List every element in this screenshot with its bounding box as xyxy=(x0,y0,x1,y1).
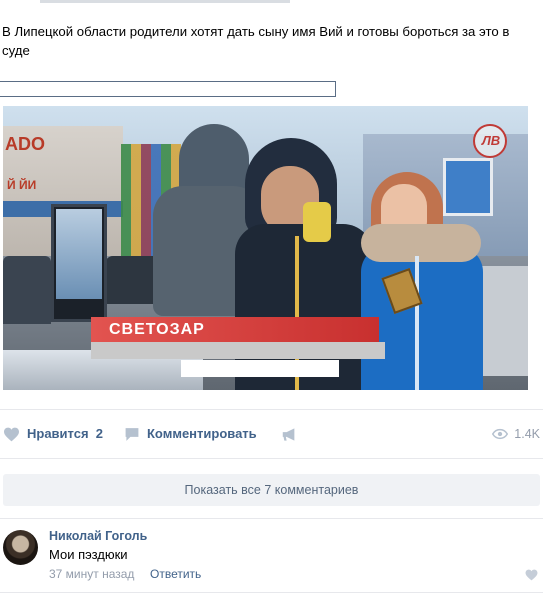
cropped-header xyxy=(0,0,543,6)
comment-icon xyxy=(125,427,139,441)
tv-caption-text: СВЕТОЗАР xyxy=(109,321,205,338)
comment-button[interactable]: Комментировать xyxy=(124,424,257,444)
comment-time[interactable]: 37 минут назад xyxy=(49,567,134,581)
photo-man-hood-lining xyxy=(303,202,331,242)
redacted-caption-box xyxy=(181,360,339,377)
like-button[interactable]: Нравится 2 xyxy=(3,424,103,444)
comment-text: Мои пэздюки xyxy=(49,547,128,562)
views-counter: 1.4K xyxy=(492,424,540,444)
post-photo[interactable]: ADO Й ЙИ ЛВ СВЕТОЗАР xyxy=(3,106,528,390)
tv-caption-subbar xyxy=(91,342,385,359)
views-count: 1.4K xyxy=(514,427,540,441)
comment-like-icon[interactable] xyxy=(525,569,538,581)
cropped-header-bar xyxy=(40,0,290,3)
avatar[interactable] xyxy=(3,530,38,565)
share-button[interactable] xyxy=(282,424,306,444)
heart-icon xyxy=(4,427,19,441)
divider xyxy=(0,518,543,519)
mall-sign-left: ADO xyxy=(5,134,45,154)
reply-button[interactable]: Ответить xyxy=(150,567,201,581)
divider xyxy=(0,592,543,593)
photo-woman-stripe xyxy=(415,256,419,390)
photo-mall-right-sign xyxy=(443,158,493,216)
photo-billboard-poster xyxy=(56,209,102,299)
post-text: В Липецкой области родители хотят дать с… xyxy=(2,24,510,58)
divider xyxy=(0,458,543,459)
photo-woman xyxy=(361,246,483,390)
comment-author[interactable]: Николай Гоголь xyxy=(49,529,147,543)
like-count: 2 xyxy=(95,426,104,441)
channel-logo-text: ЛВ xyxy=(481,133,501,148)
like-label: Нравится xyxy=(27,426,89,441)
post-actions: Нравится 2 Комментировать 1.4K xyxy=(0,424,543,444)
photo-car-left xyxy=(3,256,51,324)
megaphone-icon xyxy=(282,427,295,441)
eye-icon xyxy=(492,428,509,440)
show-all-comments-button[interactable]: Показать все 7 комментариев xyxy=(3,474,540,506)
photo-woman-fur xyxy=(361,224,481,262)
divider xyxy=(0,409,543,410)
comment-label: Комментировать xyxy=(147,426,257,441)
comment-item: Николай Гоголь Мои пэздюки 37 минут наза… xyxy=(0,520,543,588)
mall-sign-left-2: Й ЙИ xyxy=(7,178,37,192)
redacted-text-box xyxy=(0,81,336,97)
